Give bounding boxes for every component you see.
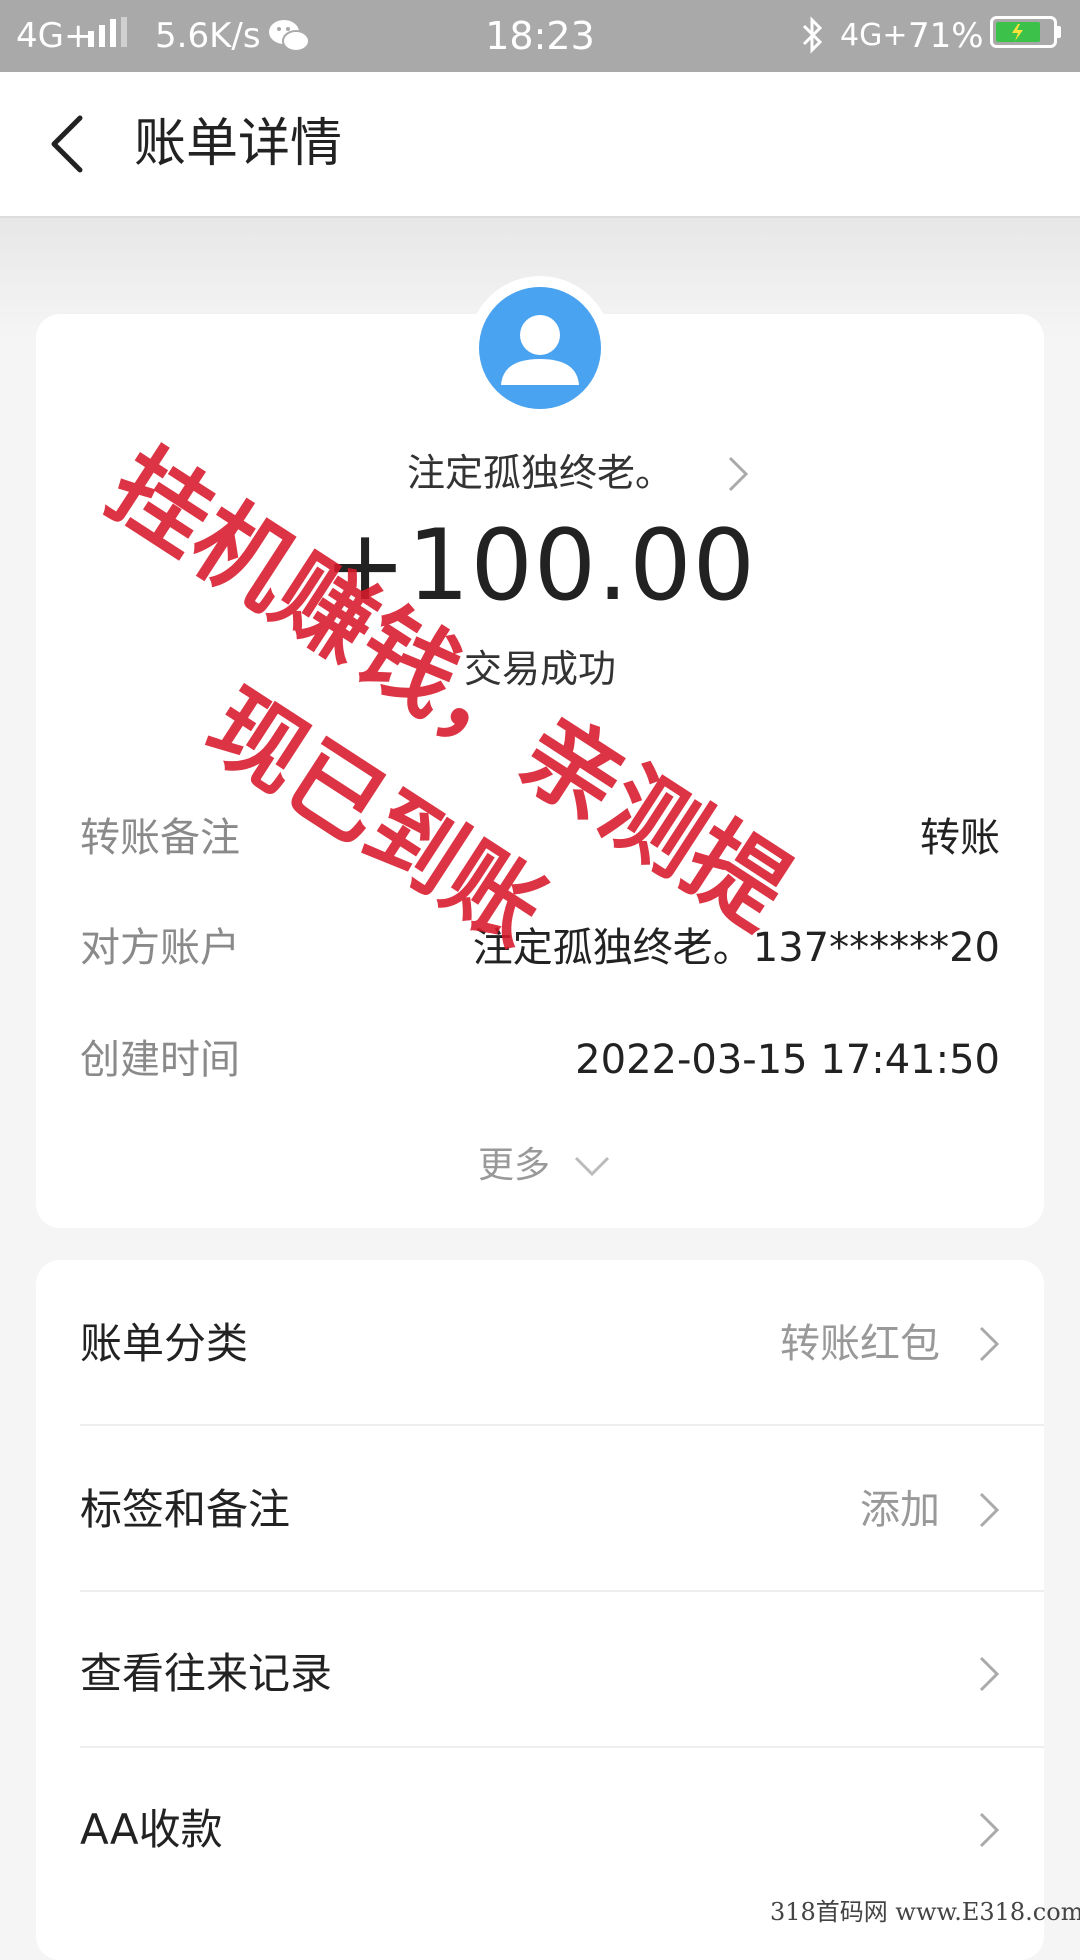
info-label-created: 创建时间	[80, 1037, 240, 1083]
menu-value: 添加	[860, 1487, 940, 1533]
avatar[interactable]	[479, 287, 601, 409]
site-watermark: 318首码网 www.E318.com	[770, 1898, 1080, 1926]
info-label-remark: 转账备注	[80, 815, 240, 861]
menu-value: 转账红包	[780, 1321, 940, 1367]
chevron-left-icon[interactable]	[44, 112, 92, 176]
more-button[interactable]: 更多	[478, 1142, 550, 1190]
menu-item-aa-collection[interactable]: AA收款	[36, 1796, 1044, 1866]
menu-item-tags-notes[interactable]: 标签和备注 添加	[36, 1476, 1044, 1546]
chevron-right-icon	[978, 1324, 1000, 1364]
network-type-2: 4G+	[840, 18, 908, 53]
divider	[80, 1424, 1044, 1426]
divider	[80, 1746, 1044, 1748]
info-value-remark: 转账	[920, 815, 1000, 861]
menu-item-bill-category[interactable]: 账单分类 转账红包	[36, 1310, 1044, 1380]
battery-charging-icon	[990, 16, 1062, 57]
chevron-down-icon[interactable]	[572, 1152, 612, 1180]
menu-label: 账单分类	[80, 1319, 249, 1368]
chevron-right-icon[interactable]	[726, 454, 750, 494]
info-value-created: 2022-03-15 17:41:50	[575, 1037, 1000, 1083]
divider	[80, 1590, 1044, 1592]
menu-item-transaction-history[interactable]: 查看往来记录	[36, 1640, 1044, 1710]
bluetooth-icon	[800, 16, 826, 63]
menu-label: AA收款	[80, 1805, 223, 1854]
chevron-right-icon	[978, 1490, 1000, 1530]
menu-label: 标签和备注	[80, 1485, 291, 1534]
chevron-right-icon	[978, 1810, 1000, 1850]
status-bar: 4G+ 5.6K/s 18:23 4G+ 71%	[0, 0, 1080, 72]
nav-header: 账单详情	[0, 72, 1080, 218]
chevron-right-icon	[978, 1654, 1000, 1694]
battery-percent: 71%	[908, 16, 984, 56]
page-title: 账单详情	[134, 114, 343, 174]
info-label-account: 对方账户	[80, 925, 240, 971]
menu-label: 查看往来记录	[80, 1649, 333, 1698]
